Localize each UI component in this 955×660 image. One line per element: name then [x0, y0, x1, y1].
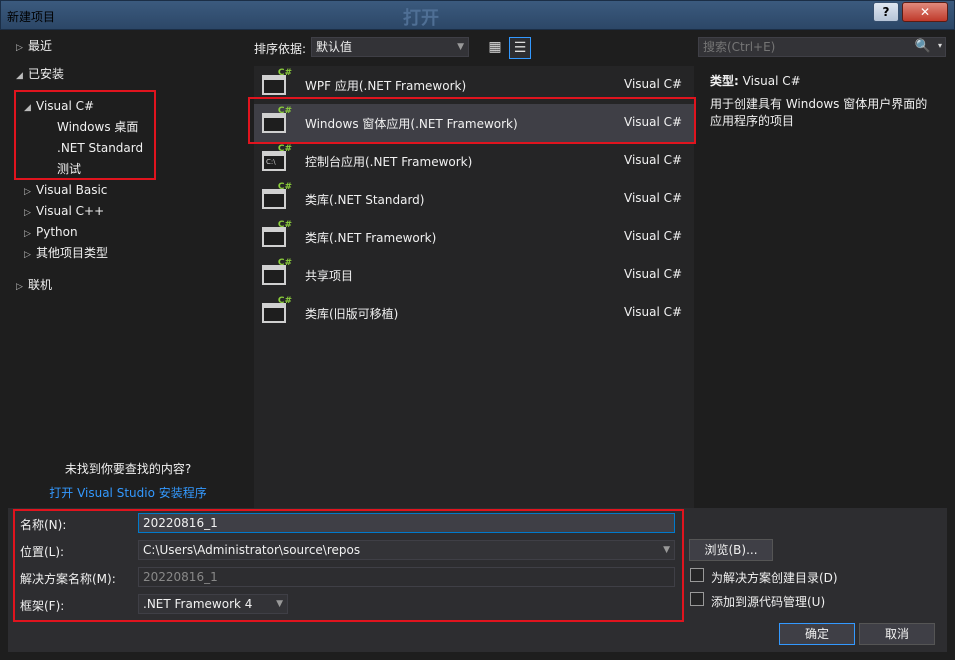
window-title: 新建项目	[7, 10, 56, 24]
template-language: Visual C#	[624, 267, 683, 281]
template-name: 类库(.NET Framework)	[305, 231, 437, 245]
tree-item-online[interactable]: ▷ 联机	[16, 275, 52, 295]
list-item[interactable]: C# 共享项目 Visual C#	[254, 256, 694, 294]
collapse-arrow-icon[interactable]: ◢	[16, 66, 28, 86]
template-language: Visual C#	[624, 229, 683, 243]
template-name: WPF 应用(.NET Framework)	[305, 79, 467, 93]
title-bar: 新建项目 打开 ? ✕	[0, 0, 955, 30]
search-input[interactable]	[699, 38, 909, 56]
highlight-box-tree	[14, 90, 156, 180]
expand-arrow-icon[interactable]: ▷	[24, 203, 36, 223]
template-language: Visual C#	[624, 153, 683, 167]
template-language: Visual C#	[624, 305, 683, 319]
create-directory-label[interactable]: 为解决方案创建目录(D)	[711, 569, 838, 586]
expand-arrow-icon[interactable]: ▷	[16, 38, 28, 58]
search-icon[interactable]: 🔍	[915, 39, 931, 54]
library-csharp-icon: C#	[262, 182, 292, 211]
list-item[interactable]: C:\ C# 控制台应用(.NET Framework) Visual C#	[254, 142, 694, 180]
sort-dropdown[interactable]: 默认值 ▼	[311, 37, 469, 57]
template-name: 类库(.NET Standard)	[305, 193, 425, 207]
highlight-box-form	[13, 509, 684, 622]
template-name: 共享项目	[305, 269, 354, 283]
type-value: Visual C#	[742, 74, 801, 88]
expand-arrow-icon[interactable]: ▷	[24, 245, 36, 265]
list-item[interactable]: C# 类库(旧版可移植) Visual C#	[254, 294, 694, 332]
shared-csharp-icon: C#	[262, 258, 292, 287]
tree-item-label: 其他项目类型	[36, 246, 109, 260]
template-language: Visual C#	[624, 191, 683, 205]
highlight-box-template	[248, 97, 696, 144]
tree-item-label: 最近	[28, 39, 53, 53]
library-csharp-icon: C#	[262, 296, 292, 325]
tree-item-recent[interactable]: ▷ 最近	[16, 36, 52, 56]
expand-arrow-icon[interactable]: ▷	[16, 277, 28, 297]
chevron-down-icon: ▼	[457, 42, 464, 52]
ok-button[interactable]: 确定	[779, 623, 855, 645]
template-language: Visual C#	[624, 77, 683, 91]
tree-item-visual-basic[interactable]: ▷ Visual Basic	[24, 180, 107, 200]
list-view-icon[interactable]: ☰	[509, 37, 531, 59]
sort-value: 默认值	[316, 40, 353, 54]
not-found-text: 未找到你要查找的内容?	[64, 462, 192, 476]
tree-item-other-types[interactable]: ▷ 其他项目类型	[24, 243, 108, 263]
close-button[interactable]: ✕	[902, 2, 948, 22]
template-description: 用于创建具有 Windows 窗体用户界面的应用程序的项目	[710, 97, 928, 128]
ghost-title: 打开	[403, 8, 439, 29]
template-type: 类型: Visual C#	[710, 72, 801, 89]
source-control-checkbox[interactable]	[690, 592, 704, 606]
sort-label: 排序依据:	[254, 42, 307, 56]
expand-arrow-icon[interactable]: ▷	[24, 182, 36, 202]
help-button[interactable]: ?	[873, 2, 899, 22]
template-toolbar: 排序依据: 默认值 ▼ ▦ ☰	[254, 30, 694, 66]
tree-item-visual-cpp[interactable]: ▷ Visual C++	[24, 201, 104, 221]
console-csharp-icon: C:\ C#	[262, 144, 292, 173]
template-name: 类库(旧版可移植)	[305, 307, 399, 321]
browse-button[interactable]: 浏览(B)...	[689, 539, 773, 561]
tree-item-label: 联机	[28, 278, 53, 292]
tree-item-label: 已安装	[28, 67, 65, 81]
tree-item-label: Visual C++	[36, 204, 105, 218]
window-csharp-icon: C#	[262, 68, 292, 97]
type-label: 类型:	[710, 74, 739, 88]
library-csharp-icon: C#	[262, 220, 292, 249]
template-name: 控制台应用(.NET Framework)	[305, 155, 473, 169]
tree-item-installed[interactable]: ◢ 已安装	[16, 64, 64, 84]
chevron-down-icon[interactable]: ▾	[938, 41, 942, 50]
list-item[interactable]: C# 类库(.NET Standard) Visual C#	[254, 180, 694, 218]
search-box[interactable]: 🔍 ▾	[698, 37, 946, 57]
tree-item-python[interactable]: ▷ Python	[24, 222, 78, 242]
grid-view-icon[interactable]: ▦	[484, 37, 506, 59]
cancel-button[interactable]: 取消	[859, 623, 935, 645]
tree-item-label: Python	[36, 225, 78, 239]
expand-arrow-icon[interactable]: ▷	[24, 224, 36, 244]
tree-item-label: Visual Basic	[36, 183, 108, 197]
template-details: 类型: Visual C# 用于创建具有 Windows 窗体用户界面的应用程序…	[698, 66, 946, 508]
list-item[interactable]: C# 类库(.NET Framework) Visual C#	[254, 218, 694, 256]
open-installer-link[interactable]: 打开 Visual Studio 安装程序	[8, 484, 248, 501]
create-directory-checkbox[interactable]	[690, 568, 704, 582]
source-control-label[interactable]: 添加到源代码管理(U)	[711, 593, 825, 610]
